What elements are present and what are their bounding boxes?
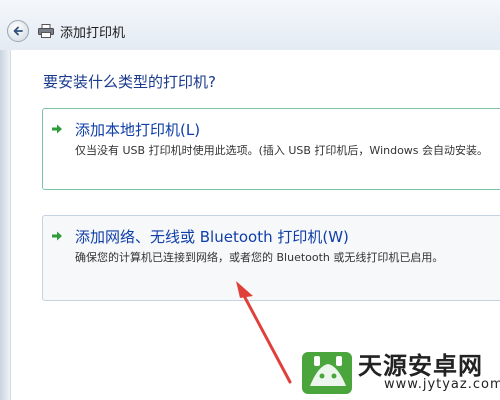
window-title: 添加打印机	[60, 26, 126, 41]
watermark-url: www.jytyaz.com	[384, 377, 500, 392]
option-description: 确保您的计算机已连接到网络，或者您的 Bluetooth 或无线打印机已启用。	[75, 251, 444, 264]
watermark: 天源安卓网 www.jytyaz.com	[300, 346, 500, 398]
watermark-name: 天源安卓网	[358, 352, 483, 380]
watermark-logo-icon	[302, 352, 352, 394]
add-local-printer-option[interactable]: 添加本地打印机(L) 仅当没有 USB 打印机时使用此选项。(插入 USB 打印…	[42, 108, 500, 190]
page-heading: 要安装什么类型的打印机?	[43, 73, 216, 91]
back-arrow-icon	[13, 26, 23, 36]
add-network-printer-option[interactable]: 添加网络、无线或 Bluetooth 打印机(W) 确保您的计算机已连接到网络，…	[42, 215, 500, 301]
title-bar: 添加打印机	[0, 0, 500, 51]
green-arrow-icon	[52, 231, 62, 241]
option-title: 添加本地打印机(L)	[75, 121, 201, 139]
green-arrow-icon	[52, 124, 62, 134]
option-description: 仅当没有 USB 打印机时使用此选项。(插入 USB 打印机后，Windows …	[75, 144, 489, 157]
option-title: 添加网络、无线或 Bluetooth 打印机(W)	[75, 228, 349, 246]
back-button[interactable]	[7, 20, 29, 42]
left-window-edge	[0, 50, 10, 400]
printer-icon	[38, 24, 54, 38]
